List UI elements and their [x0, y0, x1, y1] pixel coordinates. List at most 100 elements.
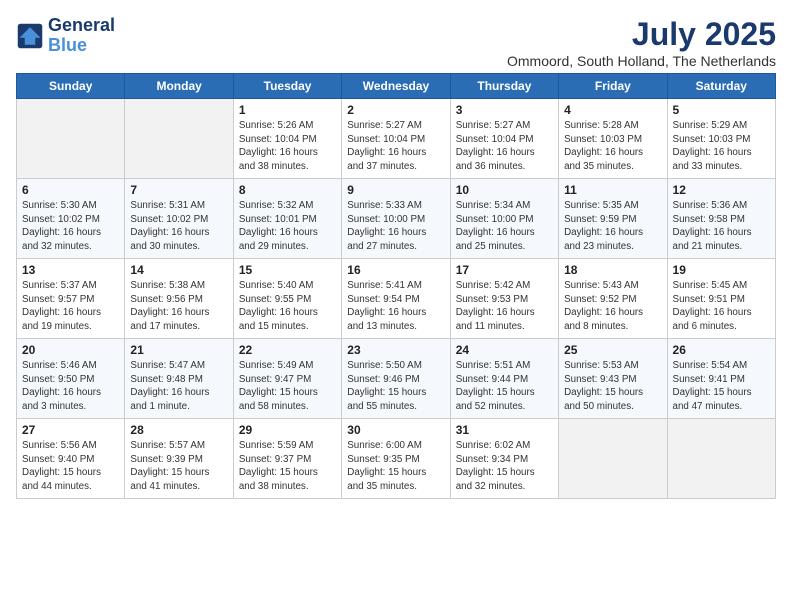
weekday-header-thursday: Thursday [450, 74, 558, 99]
calendar-cell: 19Sunrise: 5:45 AM Sunset: 9:51 PM Dayli… [667, 259, 775, 339]
logo-text: GeneralBlue [48, 16, 115, 56]
calendar-cell: 3 Sunrise: 5:27 AM Sunset: 10:04 PM Dayli… [450, 99, 558, 179]
calendar-week-1: 1 Sunrise: 5:26 AM Sunset: 10:04 PM Dayli… [17, 99, 776, 179]
day-number: 13 [22, 263, 119, 277]
calendar-week-3: 13Sunrise: 5:37 AM Sunset: 9:57 PM Dayli… [17, 259, 776, 339]
day-info: Sunrise: 5:42 AM Sunset: 9:53 PM Dayligh… [456, 279, 553, 334]
weekday-header-friday: Friday [559, 74, 667, 99]
calendar-cell: 20Sunrise: 5:46 AM Sunset: 9:50 PM Dayli… [17, 339, 125, 419]
day-info: Sunrise: 5:53 AM Sunset: 9:43 PM Dayligh… [564, 359, 661, 414]
day-number: 16 [347, 263, 444, 277]
day-info: Sunrise: 5:56 AM Sunset: 9:40 PM Dayligh… [22, 439, 119, 494]
calendar-cell [17, 99, 125, 179]
calendar-cell: 24 Sunrise: 5:51 AM Sunset: 9:44 PM Dayli… [450, 339, 558, 419]
day-info: Sunrise: 5:30 AM Sunset: 10:02 PM Daylig… [22, 199, 119, 254]
logo-icon [16, 22, 44, 50]
calendar-cell: 28 Sunrise: 5:57 AM Sunset: 9:39 PM Dayli… [125, 419, 233, 499]
day-number: 25 [564, 343, 661, 357]
day-info: Sunrise: 5:36 AM Sunset: 9:58 PM Dayligh… [673, 199, 770, 254]
calendar-week-2: 6 Sunrise: 5:30 AM Sunset: 10:02 PM Dayli… [17, 179, 776, 259]
day-info: Sunrise: 5:27 AM Sunset: 10:04 PM Daylig… [347, 119, 444, 174]
day-info: Sunrise: 5:28 AM Sunset: 10:03 PM Daylig… [564, 119, 661, 174]
day-info: Sunrise: 5:47 AM Sunset: 9:48 PM Dayligh… [130, 359, 227, 414]
day-info: Sunrise: 5:45 AM Sunset: 9:51 PM Dayligh… [673, 279, 770, 334]
day-number: 7 [130, 183, 227, 197]
location-subtitle: Ommoord, South Holland, The Netherlands [507, 53, 776, 69]
day-number: 31 [456, 423, 553, 437]
day-info: Sunrise: 5:32 AM Sunset: 10:01 PM Daylig… [239, 199, 336, 254]
calendar-cell: 29Sunrise: 5:59 AM Sunset: 9:37 PM Dayli… [233, 419, 341, 499]
weekday-header-sunday: Sunday [17, 74, 125, 99]
day-info: Sunrise: 5:31 AM Sunset: 10:02 PM Daylig… [130, 199, 227, 254]
day-number: 5 [673, 103, 770, 117]
calendar-week-4: 20Sunrise: 5:46 AM Sunset: 9:50 PM Dayli… [17, 339, 776, 419]
day-info: Sunrise: 5:33 AM Sunset: 10:00 PM Daylig… [347, 199, 444, 254]
day-number: 21 [130, 343, 227, 357]
day-info: Sunrise: 5:38 AM Sunset: 9:56 PM Dayligh… [130, 279, 227, 334]
day-number: 6 [22, 183, 119, 197]
calendar-cell: 6 Sunrise: 5:30 AM Sunset: 10:02 PM Dayli… [17, 179, 125, 259]
calendar-cell: 2 Sunrise: 5:27 AM Sunset: 10:04 PM Dayli… [342, 99, 450, 179]
calendar-cell: 23Sunrise: 5:50 AM Sunset: 9:46 PM Dayli… [342, 339, 450, 419]
day-number: 14 [130, 263, 227, 277]
day-info: Sunrise: 5:27 AM Sunset: 10:04 PM Daylig… [456, 119, 553, 174]
day-number: 11 [564, 183, 661, 197]
day-number: 26 [673, 343, 770, 357]
weekday-header-tuesday: Tuesday [233, 74, 341, 99]
calendar-cell: 12 Sunrise: 5:36 AM Sunset: 9:58 PM Dayli… [667, 179, 775, 259]
day-number: 12 [673, 183, 770, 197]
day-number: 22 [239, 343, 336, 357]
calendar-cell: 26 Sunrise: 5:54 AM Sunset: 9:41 PM Dayli… [667, 339, 775, 419]
day-number: 9 [347, 183, 444, 197]
day-info: Sunrise: 6:02 AM Sunset: 9:34 PM Dayligh… [456, 439, 553, 494]
day-info: Sunrise: 5:57 AM Sunset: 9:39 PM Dayligh… [130, 439, 227, 494]
day-number: 30 [347, 423, 444, 437]
calendar-cell [667, 419, 775, 499]
calendar-cell [125, 99, 233, 179]
weekday-header-saturday: Saturday [667, 74, 775, 99]
calendar-cell: 13Sunrise: 5:37 AM Sunset: 9:57 PM Dayli… [17, 259, 125, 339]
calendar-cell: 17 Sunrise: 5:42 AM Sunset: 9:53 PM Dayli… [450, 259, 558, 339]
calendar-cell: 14 Sunrise: 5:38 AM Sunset: 9:56 PM Dayli… [125, 259, 233, 339]
calendar-cell: 27 Sunrise: 5:56 AM Sunset: 9:40 PM Dayli… [17, 419, 125, 499]
day-number: 17 [456, 263, 553, 277]
day-info: Sunrise: 5:29 AM Sunset: 10:03 PM Daylig… [673, 119, 770, 174]
calendar-cell: 7 Sunrise: 5:31 AM Sunset: 10:02 PM Dayli… [125, 179, 233, 259]
calendar-cell [559, 419, 667, 499]
day-number: 24 [456, 343, 553, 357]
calendar-cell: 4 Sunrise: 5:28 AM Sunset: 10:03 PM Dayli… [559, 99, 667, 179]
day-number: 23 [347, 343, 444, 357]
calendar-cell: 10 Sunrise: 5:34 AM Sunset: 10:00 PM Dayl… [450, 179, 558, 259]
calendar-table: SundayMondayTuesdayWednesdayThursdayFrid… [16, 73, 776, 499]
day-info: Sunrise: 5:35 AM Sunset: 9:59 PM Dayligh… [564, 199, 661, 254]
logo: GeneralBlue [16, 16, 115, 56]
day-number: 20 [22, 343, 119, 357]
day-number: 4 [564, 103, 661, 117]
calendar-cell: 15Sunrise: 5:40 AM Sunset: 9:55 PM Dayli… [233, 259, 341, 339]
day-number: 27 [22, 423, 119, 437]
day-info: Sunrise: 5:49 AM Sunset: 9:47 PM Dayligh… [239, 359, 336, 414]
day-number: 8 [239, 183, 336, 197]
calendar-cell: 11 Sunrise: 5:35 AM Sunset: 9:59 PM Dayli… [559, 179, 667, 259]
day-number: 1 [239, 103, 336, 117]
calendar-cell: 9 Sunrise: 5:33 AM Sunset: 10:00 PM Dayli… [342, 179, 450, 259]
day-info: Sunrise: 5:51 AM Sunset: 9:44 PM Dayligh… [456, 359, 553, 414]
day-number: 2 [347, 103, 444, 117]
day-info: Sunrise: 5:54 AM Sunset: 9:41 PM Dayligh… [673, 359, 770, 414]
day-info: Sunrise: 5:26 AM Sunset: 10:04 PM Daylig… [239, 119, 336, 174]
day-info: Sunrise: 5:34 AM Sunset: 10:00 PM Daylig… [456, 199, 553, 254]
day-number: 28 [130, 423, 227, 437]
calendar-cell: 1 Sunrise: 5:26 AM Sunset: 10:04 PM Dayli… [233, 99, 341, 179]
day-info: Sunrise: 5:40 AM Sunset: 9:55 PM Dayligh… [239, 279, 336, 334]
day-number: 18 [564, 263, 661, 277]
day-number: 29 [239, 423, 336, 437]
day-number: 10 [456, 183, 553, 197]
calendar-cell: 22 Sunrise: 5:49 AM Sunset: 9:47 PM Dayli… [233, 339, 341, 419]
calendar-cell: 21 Sunrise: 5:47 AM Sunset: 9:48 PM Dayli… [125, 339, 233, 419]
calendar-cell: 16Sunrise: 5:41 AM Sunset: 9:54 PM Dayli… [342, 259, 450, 339]
page-header: GeneralBlue July 2025 Ommoord, South Hol… [16, 16, 776, 69]
weekday-header-wednesday: Wednesday [342, 74, 450, 99]
day-number: 3 [456, 103, 553, 117]
day-info: Sunrise: 5:43 AM Sunset: 9:52 PM Dayligh… [564, 279, 661, 334]
day-info: Sunrise: 6:00 AM Sunset: 9:35 PM Dayligh… [347, 439, 444, 494]
